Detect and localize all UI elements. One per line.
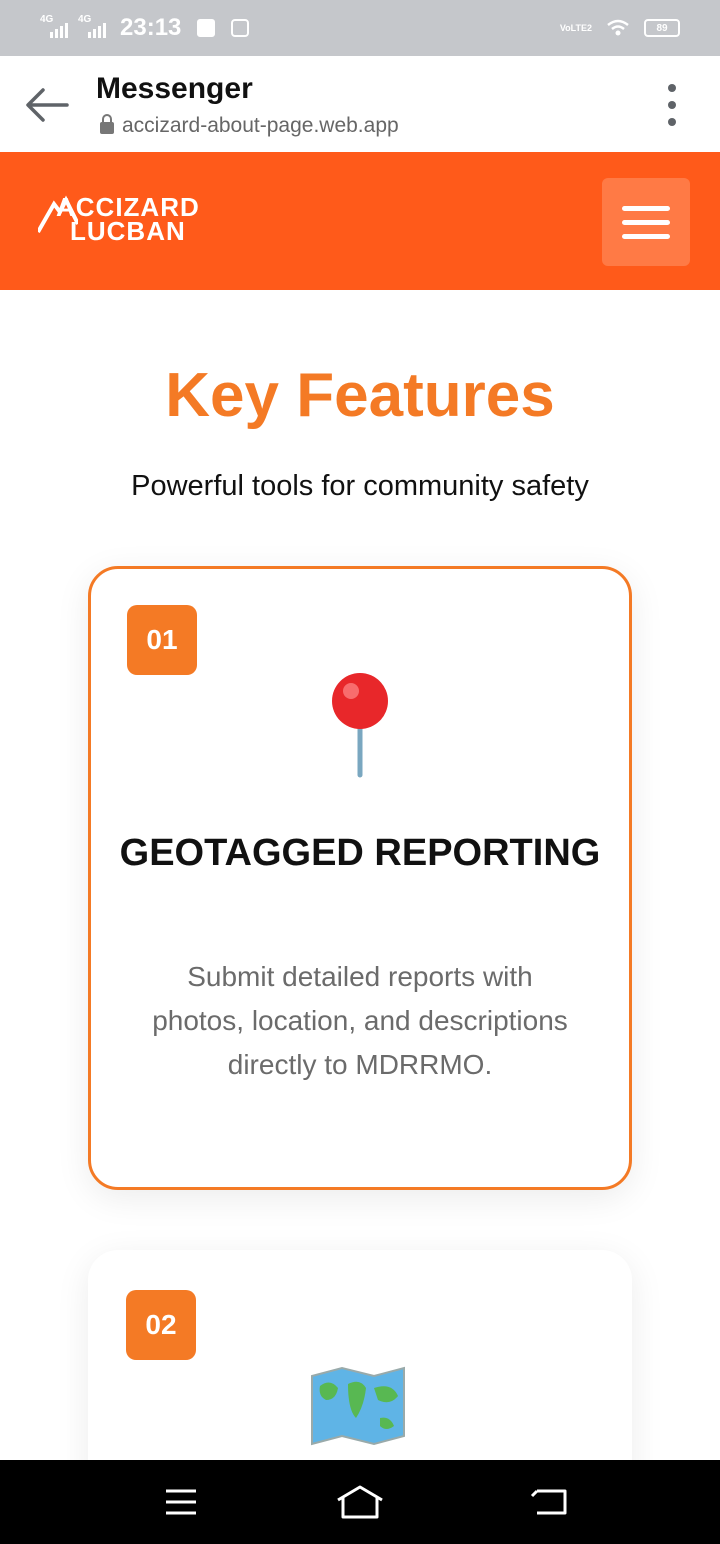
system-navigation-bar [0, 1460, 720, 1544]
pushpin-icon [332, 673, 388, 778]
feature-number-badge: 02 [126, 1290, 196, 1360]
section-subtitle: Powerful tools for community safety [131, 470, 589, 502]
feature-number-badge: 01 [127, 605, 197, 675]
menu-lines-icon [166, 1489, 196, 1515]
logo-line-2: LUCBAN [70, 216, 186, 246]
recent-apps-button[interactable] [156, 1480, 206, 1524]
status-bar: 4G 4G 23:13 VoLTE2 89 [0, 0, 720, 56]
back-icon [530, 1489, 567, 1515]
url-text: accizard-about-page.web.app [122, 114, 399, 137]
instagram-icon [231, 19, 250, 37]
menu-bar [622, 219, 670, 225]
section-title: Key Features [165, 361, 555, 430]
kebab-dot [668, 118, 676, 126]
network-label-2: 4G [78, 14, 92, 25]
volte-indicator: VoLTE2 [559, 22, 592, 33]
network-label-1: 4G [40, 14, 54, 25]
menu-bar [622, 205, 670, 211]
menu-bar [622, 233, 670, 239]
signal-icon-2: 4G [78, 14, 108, 38]
feature-description: Submit detailed reports with photos, loc… [152, 961, 568, 1080]
browser-header: Messenger accizard-about-page.web.app [0, 56, 720, 152]
site-navbar: ACCIZARD LUCBAN [0, 152, 720, 290]
lock-icon [100, 114, 114, 134]
world-map-icon [311, 1366, 405, 1446]
kebab-dot [668, 84, 676, 92]
home-button[interactable] [335, 1480, 385, 1524]
more-options-button[interactable] [662, 84, 682, 126]
wifi-icon [607, 19, 629, 36]
back-nav-button[interactable] [524, 1480, 574, 1524]
bag-icon [197, 19, 216, 37]
arrow-left-icon [26, 88, 69, 122]
home-icon [337, 1485, 383, 1519]
kebab-dot [668, 101, 676, 109]
signal-icon-1: 4G [40, 14, 70, 38]
feature-card-geotagged[interactable]: 01 GEOTAGGED REPORTING Submit detailed r… [88, 566, 632, 1190]
site-logo[interactable]: ACCIZARD LUCBAN [38, 186, 218, 256]
clock: 23:13 [120, 14, 182, 41]
back-button[interactable] [22, 80, 72, 130]
url-display[interactable]: accizard-about-page.web.app [100, 114, 399, 138]
feature-title: GEOTAGGED REPORTING [119, 832, 601, 874]
battery-icon: 89 [644, 19, 680, 37]
hamburger-menu-button[interactable] [602, 178, 690, 266]
browser-title: Messenger [96, 72, 253, 105]
